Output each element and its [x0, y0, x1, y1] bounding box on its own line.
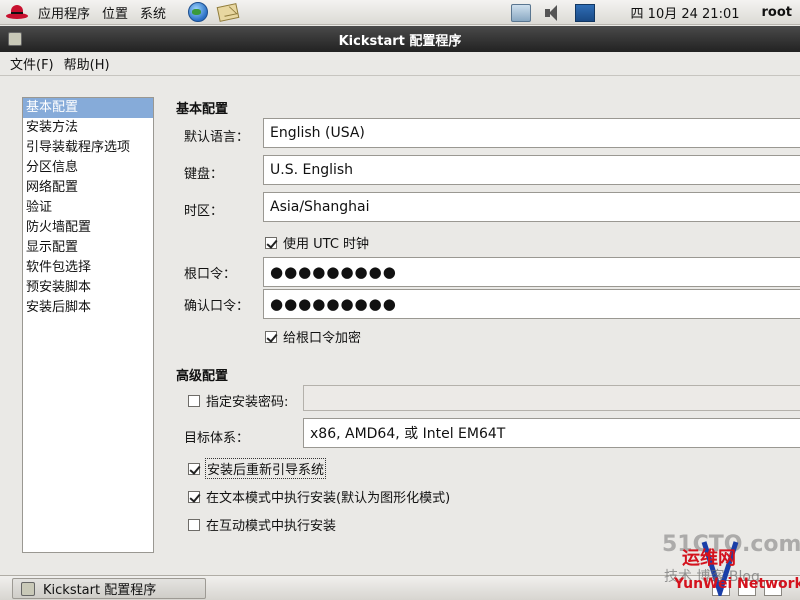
nav-item-partition[interactable]: 分区信息	[23, 158, 153, 178]
text-mode-checkbox[interactable]: 在文本模式中执行安装(默认为图形化模式)	[188, 487, 450, 506]
language-select[interactable]: English (USA)	[263, 118, 800, 148]
nav-item-packages[interactable]: 软件包选择	[23, 258, 153, 278]
file-menu[interactable]: 文件(F)	[5, 54, 59, 73]
language-value: English (USA)	[270, 125, 365, 141]
nav-item-firewall[interactable]: 防火墙配置	[23, 218, 153, 238]
root-password-input[interactable]: ●●●●●●●●●	[263, 257, 800, 287]
interactive-checkbox-box[interactable]	[188, 518, 200, 531]
watermark-english: YunWei Network	[674, 576, 800, 592]
user-name[interactable]: root	[762, 5, 793, 20]
category-list: 基本配置 安装方法 引导装载程序选项 分区信息 网络配置 验证 防火墙配置 显示…	[22, 97, 154, 553]
encrypt-password-checkbox[interactable]: 给根口令加密	[265, 327, 361, 346]
reboot-checkbox[interactable]: 安装后重新引导系统	[188, 458, 327, 479]
keyboard-value: U.S. English	[270, 162, 354, 178]
nav-item-pre-script[interactable]: 预安装脚本	[23, 278, 153, 298]
reboot-label: 安装后重新引导系统	[204, 458, 327, 479]
install-key-checkbox-box[interactable]	[188, 394, 200, 407]
arch-select[interactable]: x86, AMD64, 或 Intel EM64T	[303, 418, 800, 448]
system-tray: 四 10月 24 21:01 root	[510, 0, 800, 25]
main-area: 基本配置 安装方法 引导装载程序选项 分区信息 网络配置 验证 防火墙配置 显示…	[0, 75, 800, 575]
help-menu[interactable]: 帮助(H)	[59, 54, 115, 73]
menubar: 文件(F) 帮助(H)	[0, 52, 800, 75]
top-panel: 应用程序 位置 系统 四 10月 24 21:01 root	[0, 0, 800, 25]
arch-value: x86, AMD64, 或 Intel EM64T	[310, 426, 506, 442]
install-key-checkbox[interactable]: 指定安装密码:	[188, 391, 288, 410]
taskbar-kickstart-button[interactable]: Kickstart 配置程序	[12, 578, 206, 599]
taskbar-kickstart-label: Kickstart 配置程序	[43, 583, 157, 598]
app-icon	[21, 581, 35, 596]
nav-item-post-script[interactable]: 安装后脚本	[23, 298, 153, 318]
utc-clock-label: 使用 UTC 时钟	[283, 237, 370, 252]
root-password-value: ●●●●●●●●●	[270, 263, 397, 281]
install-key-label: 指定安装密码:	[206, 395, 289, 410]
nav-item-basic[interactable]: 基本配置	[23, 98, 153, 118]
keyboard-label: 键盘：	[184, 167, 224, 182]
redhat-logo-icon[interactable]	[6, 3, 28, 21]
keyboard-select[interactable]: U.S. English	[263, 155, 800, 185]
confirm-password-label: 确认口令：	[184, 299, 250, 314]
timezone-value: Asia/Shanghai	[270, 199, 370, 215]
network-monitor-icon[interactable]	[574, 3, 595, 22]
places-menu[interactable]: 位置	[96, 3, 134, 22]
language-label: 默认语言：	[184, 130, 250, 145]
interactive-checkbox[interactable]: 在互动模式中执行安装	[188, 515, 336, 534]
nav-item-bootloader[interactable]: 引导装载程序选项	[23, 138, 153, 158]
watermark: 51CTO.com 运维网 技术 博客 Blog YunWei Network	[662, 532, 800, 600]
utc-clock-checkbox[interactable]: 使用 UTC 时钟	[265, 233, 369, 252]
timezone-label: 时区：	[184, 204, 224, 219]
utc-clock-checkbox-box[interactable]	[265, 236, 277, 249]
confirm-password-value: ●●●●●●●●●	[270, 295, 397, 313]
clock[interactable]: 四 10月 24 21:01	[631, 3, 740, 22]
mail-icon[interactable]	[216, 2, 240, 22]
root-password-label: 根口令：	[184, 267, 237, 282]
network-icon[interactable]	[510, 3, 531, 22]
nav-item-display[interactable]: 显示配置	[23, 238, 153, 258]
confirm-password-input[interactable]: ●●●●●●●●●	[263, 289, 800, 319]
volume-icon[interactable]	[543, 4, 563, 22]
install-key-input[interactable]	[303, 385, 800, 411]
window-title: Kickstart 配置程序	[338, 33, 462, 49]
timezone-select[interactable]: Asia/Shanghai	[263, 192, 800, 222]
nav-item-auth[interactable]: 验证	[23, 198, 153, 218]
nav-item-install-method[interactable]: 安装方法	[23, 118, 153, 138]
nav-item-network[interactable]: 网络配置	[23, 178, 153, 198]
advanced-section-title: 高级配置	[176, 369, 229, 384]
text-mode-checkbox-box[interactable]	[188, 490, 200, 503]
encrypt-password-label: 给根口令加密	[283, 331, 362, 346]
encrypt-password-checkbox-box[interactable]	[265, 330, 277, 343]
basic-section-title: 基本配置	[176, 102, 229, 117]
applications-menu[interactable]: 应用程序	[32, 3, 96, 22]
reboot-checkbox-box[interactable]	[188, 462, 200, 475]
system-menu[interactable]: 系统	[134, 3, 172, 22]
arch-label: 目标体系：	[184, 431, 250, 446]
text-mode-label: 在文本模式中执行安装(默认为图形化模式)	[206, 491, 451, 506]
interactive-label: 在互动模式中执行安装	[206, 519, 337, 534]
window-titlebar[interactable]: Kickstart 配置程序	[0, 26, 800, 52]
globe-icon[interactable]	[188, 2, 209, 22]
